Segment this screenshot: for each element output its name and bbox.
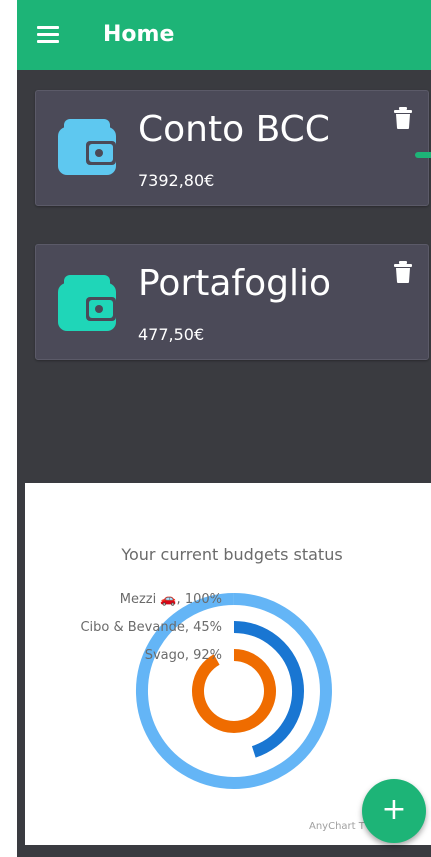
account-name: Conto BCC (138, 109, 330, 150)
plus-icon: + (381, 792, 407, 827)
account-card-conto-bcc[interactable]: Conto BCC 7392,80€ (35, 90, 429, 206)
menu-icon[interactable] (37, 26, 61, 46)
account-card-portafoglio[interactable]: Portafoglio 477,50€ (35, 244, 429, 360)
chart-credits: AnyChart T (309, 821, 365, 832)
delete-icon[interactable] (394, 107, 412, 129)
budget-arc-2 (192, 649, 276, 733)
drawer-handle[interactable] (415, 152, 431, 158)
budget-label-2: Svago, 92% (145, 648, 222, 663)
budget-label-1: Cibo & Bevande, 45% (80, 620, 222, 635)
app-bar: Home (17, 0, 431, 70)
add-account-button[interactable]: + (362, 779, 426, 843)
wallet-icon (58, 275, 116, 331)
account-name: Portafoglio (138, 263, 332, 304)
wallet-icon (58, 119, 116, 175)
delete-icon[interactable] (394, 261, 412, 283)
account-balance: 477,50€ (138, 325, 205, 344)
page-title: Home (103, 22, 175, 47)
budget-label-0: Mezzi 🚗, 100% (120, 592, 222, 607)
account-balance: 7392,80€ (138, 171, 215, 190)
app-screen: Home Conto BCC 7392,80€ Portafoglio 477,… (17, 0, 431, 857)
